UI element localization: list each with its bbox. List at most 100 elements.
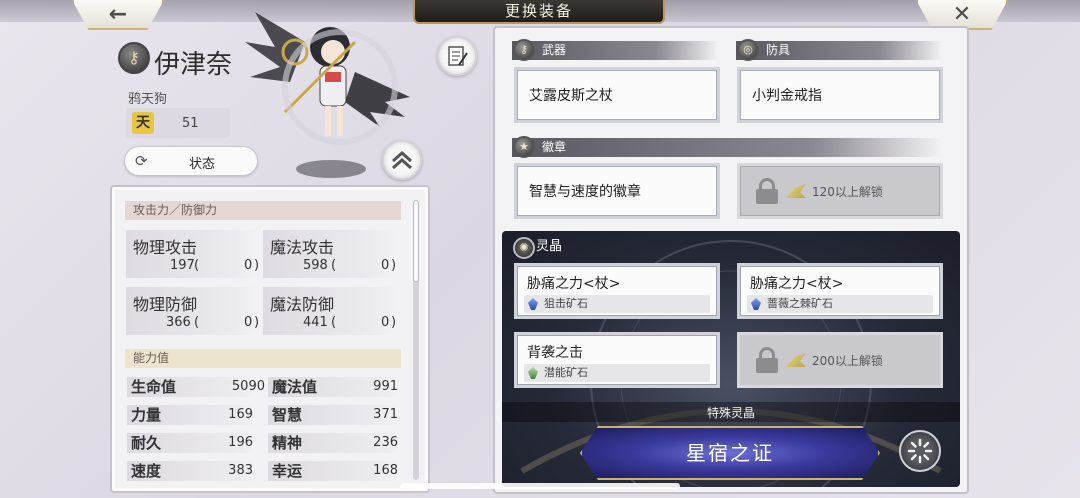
ability-row: 速度 383 [127, 461, 257, 481]
ability-value: 168 [373, 463, 398, 478]
ability-value: 169 [228, 407, 253, 422]
stat-paren-open: ( [331, 315, 337, 330]
stats-scroll-thumb[interactable] [413, 200, 419, 282]
ability-value: 196 [228, 435, 253, 450]
locked-text: 120以上解锁 [812, 184, 883, 199]
emblem-slot[interactable]: 智慧与速度的徽章 [514, 163, 720, 219]
star-emblem-icon: ★ [513, 136, 535, 158]
crystal-ore: 蔷薇之棘矿石 [747, 295, 933, 313]
ability-value: 236 [373, 435, 398, 450]
stat-paren-open: ( [194, 258, 200, 273]
stat-value: 366 [166, 315, 191, 330]
stat-label: 魔法攻击 [270, 238, 335, 257]
emblem-category-bar: 徽章 [512, 138, 942, 157]
ability-label: 魔法值 [272, 378, 318, 396]
stat-paren-close: ) [391, 315, 397, 330]
crystal-name: 背袭之击 [527, 345, 583, 361]
emblem-name: 智慧与速度的徽章 [529, 184, 641, 200]
stat-label: 魔法防御 [270, 295, 335, 314]
lock-icon [756, 347, 778, 373]
special-crystal-button[interactable]: 星宿之证 [580, 426, 880, 480]
ability-value: 371 [373, 407, 398, 422]
armor-slot[interactable]: 小判金戒指 [737, 67, 943, 123]
ability-label: 生命值 [131, 378, 177, 396]
memo-button[interactable] [437, 36, 477, 76]
ability-header: 能力值 [125, 349, 401, 368]
wing-icon [786, 184, 806, 198]
rank-badge: 天 [132, 112, 154, 134]
crystal-name: 胁痛之力<杖> [527, 276, 621, 292]
crystal-name: 胁痛之力<杖> [750, 276, 844, 292]
sparkle-icon [907, 438, 933, 464]
ability-label: 力量 [131, 406, 162, 424]
ability-label: 智慧 [272, 406, 303, 424]
ability-row: 精神 236 [268, 433, 398, 453]
stat-card-physical-defense: 物理防御 366 ( 0 ) [126, 287, 260, 335]
ability-value: 383 [228, 463, 253, 478]
emblem-locked-slot: 120以上解锁 [737, 163, 943, 219]
back-arrow-icon: ← [108, 1, 128, 27]
character-name: 伊津奈 [154, 50, 233, 80]
wing-right [345, 72, 410, 127]
home-indicator [400, 483, 680, 489]
stat-paren-close: ) [254, 315, 260, 330]
weapon-slot[interactable]: 艾露皮斯之杖 [514, 67, 720, 123]
armor-name: 小判金戒指 [752, 88, 822, 104]
stat-value: 197 [170, 258, 195, 273]
crystal-slot-1[interactable]: 胁痛之力<杖> 狙击矿石 [514, 263, 720, 319]
stat-card-physical-attack: 物理攻击 197 ( 0 ) [126, 230, 260, 278]
ability-value: 991 [373, 379, 398, 394]
stat-bonus: 0 [381, 258, 390, 273]
ability-row: 耐久 196 [127, 433, 257, 453]
stat-paren-close: ) [254, 258, 260, 273]
stat-label: 物理攻击 [133, 238, 198, 257]
character-sprite [245, 12, 410, 145]
status-button[interactable]: ⟳ 状态 [124, 146, 258, 176]
character-shadow [296, 160, 366, 178]
close-icon: ✕ [952, 1, 972, 27]
stat-value: 441 [303, 315, 328, 330]
crystal-settings-button[interactable] [899, 430, 941, 472]
ability-row: 力量 169 [127, 405, 257, 425]
locked-text: 200以上解锁 [812, 353, 883, 368]
stat-card-magic-defense: 魔法防御 441 ( 0 ) [263, 287, 397, 335]
ability-row: 生命值 5090 [127, 377, 265, 397]
crystal-slot-2[interactable]: 胁痛之力<杖> 蔷薇之棘矿石 [737, 263, 943, 319]
ability-label: 幸运 [272, 462, 303, 480]
stat-bonus: 0 [244, 258, 253, 273]
refresh-icon: ⟳ [135, 152, 148, 170]
ability-row: 幸运 168 [268, 461, 398, 481]
lock-icon [756, 178, 778, 204]
status-label: 状态 [189, 157, 216, 172]
ability-label: 耐久 [131, 434, 162, 452]
weapon-name: 艾露皮斯之杖 [529, 88, 613, 104]
stat-bonus: 0 [244, 315, 253, 330]
crystal-header: 灵晶 [536, 239, 563, 254]
stat-paren-close: ) [391, 258, 397, 273]
double-chevron-up-icon [392, 150, 412, 170]
page-title: 更换装备 [413, 0, 665, 24]
stat-paren-open: ( [194, 315, 200, 330]
ring-icon: ◎ [737, 39, 759, 61]
stat-label: 物理防御 [133, 295, 198, 314]
special-crystal-label: 特殊灵晶 [706, 406, 755, 420]
crystal-ore: 潜能矿石 [524, 364, 710, 382]
collapse-button[interactable] [382, 140, 422, 180]
ability-row: 魔法值 991 [268, 377, 398, 397]
stat-paren-open: ( [331, 258, 337, 273]
crystal-locked-slot: 200以上解锁 [737, 332, 943, 388]
crystal-slot-3[interactable]: 背袭之击 潜能矿石 [514, 332, 720, 388]
key-icon: ⚷ [118, 42, 150, 74]
key-icon: ⚷ [513, 39, 535, 61]
character-subtitle: 鸦天狗 [128, 92, 168, 107]
stat-card-magic-attack: 魔法攻击 598 ( 0 ) [263, 230, 397, 278]
crystal-ore: 狙击矿石 [524, 295, 710, 313]
armor-category-bar: 防具 [736, 41, 942, 60]
ability-row: 智慧 371 [268, 405, 398, 425]
stat-value: 598 [303, 258, 328, 273]
stat-bonus: 0 [381, 315, 390, 330]
back-button[interactable]: ← [72, 0, 164, 30]
ability-value: 5090 [231, 379, 265, 394]
wing-icon [786, 353, 806, 367]
ability-label: 精神 [272, 434, 303, 452]
